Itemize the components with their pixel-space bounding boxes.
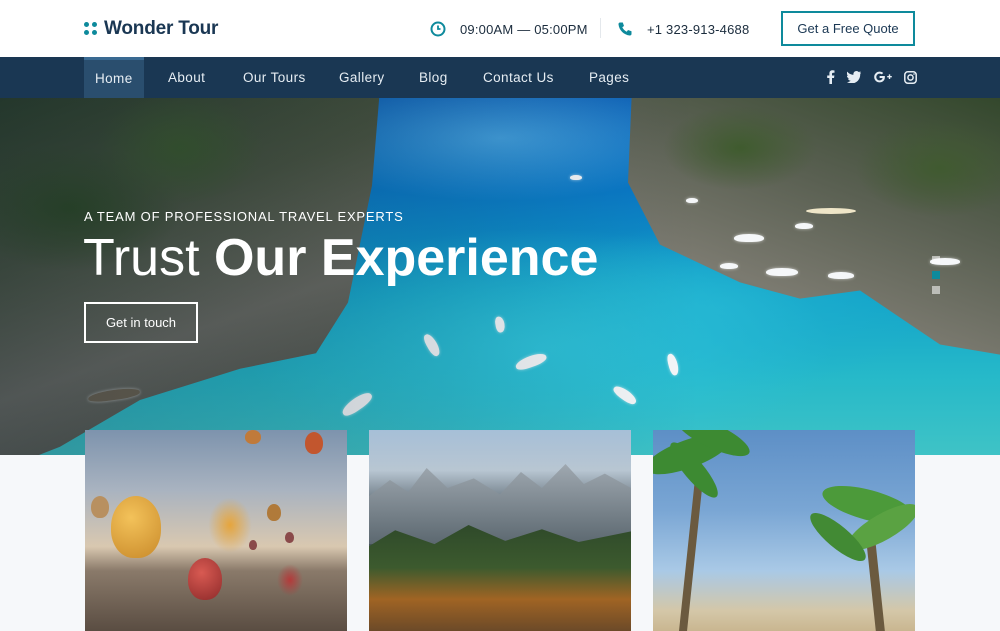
header-divider: [600, 18, 601, 38]
nav-item-contact-us[interactable]: Contact Us: [483, 57, 554, 98]
free-quote-button[interactable]: Get a Free Quote: [781, 11, 915, 46]
hot-air-balloon: [285, 532, 294, 543]
hours-text: 09:00AM — 05:00PM: [460, 21, 588, 37]
hot-air-balloon: [188, 558, 222, 600]
google-plus-icon[interactable]: [874, 69, 892, 85]
slider-dot[interactable]: [932, 286, 940, 294]
slider-dot[interactable]: [932, 256, 940, 264]
tour-card-balloons[interactable]: [85, 430, 347, 631]
hero-headline: Trust Our Experience: [83, 226, 598, 290]
hero-headline-light: Trust: [83, 229, 200, 287]
logo-text: Wonder Tour: [104, 18, 219, 39]
hero-eyebrow: A TEAM OF PROFESSIONAL TRAVEL EXPERTS: [84, 209, 404, 224]
nav-item-our-tours[interactable]: Our Tours: [243, 57, 306, 98]
nav-item-blog[interactable]: Blog: [419, 57, 448, 98]
hot-air-balloon: [267, 504, 281, 521]
nav-item-about[interactable]: About: [168, 57, 205, 98]
slider-pagination: [932, 256, 940, 301]
phone-contact[interactable]: +1 323-913-4688: [617, 19, 749, 39]
opening-hours: 09:00AM — 05:00PM: [430, 19, 588, 39]
hot-air-balloon: [249, 540, 257, 550]
phone-text: +1 323-913-4688: [647, 21, 750, 37]
get-in-touch-button[interactable]: Get in touch: [84, 302, 198, 343]
hot-air-balloon: [91, 496, 109, 518]
mountain-range: [369, 464, 631, 544]
palm-trunk: [678, 470, 704, 631]
logo-mark-icon: [84, 22, 98, 36]
hero-headline-bold: Our Experience: [213, 229, 599, 287]
phone-icon: [618, 22, 632, 36]
twitter-icon[interactable]: [846, 69, 862, 85]
hot-air-balloon: [245, 430, 261, 444]
nav-item-pages[interactable]: Pages: [589, 57, 629, 98]
nav-item-home[interactable]: Home: [84, 57, 144, 98]
tour-card-mountains[interactable]: [369, 430, 631, 631]
instagram-icon[interactable]: [902, 69, 918, 85]
main-nav: Home About Our Tours Gallery Blog Contac…: [0, 57, 1000, 98]
facebook-icon[interactable]: [822, 69, 838, 85]
tour-card-palms[interactable]: [653, 430, 915, 631]
hot-air-balloon: [305, 432, 323, 454]
nav-item-gallery[interactable]: Gallery: [339, 57, 385, 98]
forest-slope: [369, 525, 631, 631]
clock-icon: [430, 21, 446, 37]
hero-banner: A TEAM OF PROFESSIONAL TRAVEL EXPERTS Tr…: [0, 98, 1000, 455]
site-logo[interactable]: Wonder Tour: [84, 17, 218, 41]
top-header: Wonder Tour 09:00AM — 05:00PM +1 323-913…: [0, 0, 1000, 57]
slider-dot-active[interactable]: [932, 271, 940, 279]
hot-air-balloon: [111, 496, 161, 558]
